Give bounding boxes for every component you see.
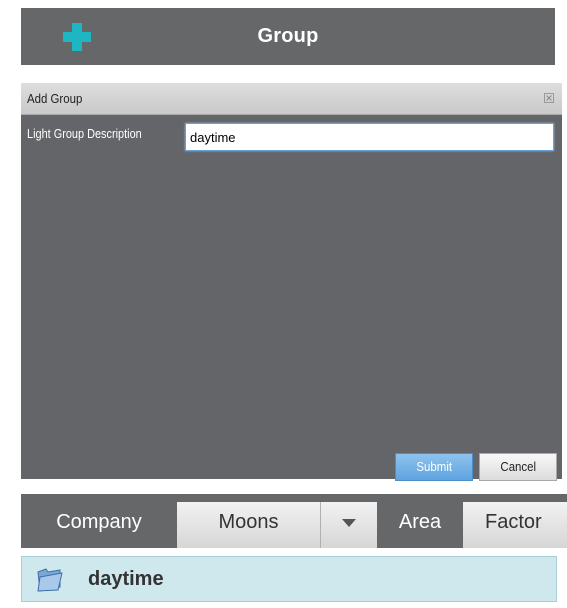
cancel-button[interactable]: Cancel <box>479 453 557 481</box>
light-group-description-input[interactable] <box>185 123 554 151</box>
submit-button[interactable]: Submit <box>395 453 473 481</box>
top-bar: Group <box>21 8 555 65</box>
app-root: Group Add Group Light Group Description … <box>0 0 567 608</box>
close-icon[interactable] <box>544 93 554 103</box>
tab-factory-label: Factor <box>485 511 542 533</box>
tab-area[interactable]: Area <box>377 502 463 548</box>
chevron-down-icon <box>342 519 356 527</box>
dialog-title: Add Group <box>27 91 83 106</box>
tab-bar: Company Moons Area Factor <box>21 494 567 548</box>
folder-icon <box>37 568 63 592</box>
tab-company[interactable]: Company <box>21 502 177 548</box>
list-item[interactable]: daytime <box>21 556 557 602</box>
cancel-button-label: Cancel <box>500 459 536 474</box>
tab-factory[interactable]: Factor <box>463 502 567 548</box>
add-group-dialog: Add Group Light Group Description Submit… <box>21 83 562 481</box>
tab-moons-label: Moons <box>218 511 279 533</box>
page-title: Group <box>257 25 319 47</box>
tab-dropdown[interactable] <box>321 502 377 548</box>
dialog-header: Add Group <box>21 83 562 115</box>
light-group-description-label: Light Group Description <box>27 126 142 141</box>
tab-area-label: Area <box>398 511 442 533</box>
list-item-label: daytime <box>88 568 164 590</box>
tab-company-label: Company <box>56 511 142 533</box>
submit-button-label: Submit <box>416 459 452 474</box>
tab-moons[interactable]: Moons <box>177 502 321 548</box>
